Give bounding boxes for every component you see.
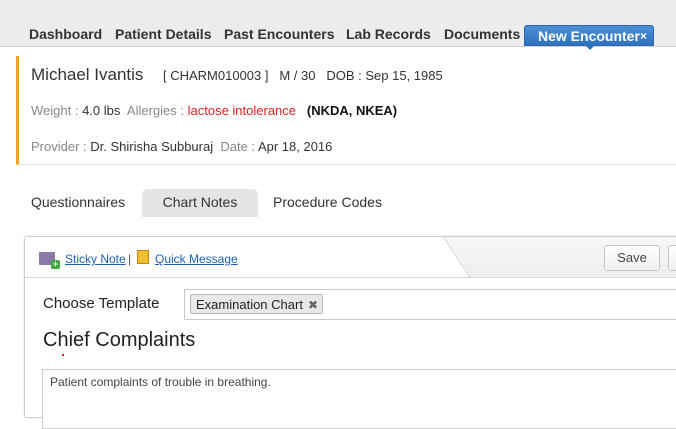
weight-value: 4.0 lbs [82, 103, 121, 118]
tab-documents[interactable]: Documents [444, 26, 520, 42]
tab-new-encounter-label: New Encounter [538, 28, 640, 44]
remove-chip-icon[interactable]: ✖ [308, 298, 318, 312]
patient-header: Michael Ivantis [ CHARM010003 ] M / 30 D… [16, 56, 676, 165]
dob-label: DOB : [326, 68, 362, 83]
sticky-note-icon[interactable]: + [39, 252, 60, 269]
choose-template-label: Choose Template [43, 295, 160, 312]
provider-row: Provider : Dr. Shirisha Subburaj Date : … [31, 139, 332, 154]
allergies-value: lactose intolerance [187, 103, 297, 118]
sticky-note-link[interactable]: Sticky Note [65, 252, 126, 266]
patient-name: Michael Ivantis [31, 65, 144, 84]
required-marker [62, 354, 64, 356]
close-icon[interactable]: × [640, 29, 647, 43]
chart-notes-panel: + Sticky Note | Quick Message Save Choos… [24, 236, 676, 429]
weight-label: Weight : [31, 103, 79, 118]
provider-value: Dr. Shirisha Subburaj [90, 139, 214, 154]
panel-toolbar: + Sticky Note | Quick Message Save [25, 236, 676, 278]
tab-chart-notes[interactable]: Chart Notes [142, 189, 258, 217]
save-button[interactable]: Save [604, 245, 660, 271]
secondary-button[interactable] [668, 245, 676, 271]
quick-message-icon[interactable] [137, 250, 149, 264]
chief-complaints-input[interactable]: Patient complaints of trouble in breathi… [42, 369, 676, 429]
patient-id: [ CHARM010003 ] [163, 68, 269, 83]
date-label: Date : [220, 139, 256, 154]
patient-sex-age: M / 30 [279, 68, 316, 83]
quick-message-link[interactable]: Quick Message [155, 252, 238, 266]
tab-new-encounter[interactable]: New Encounter × [524, 25, 654, 46]
template-chip[interactable]: Examination Chart ✖ [190, 294, 324, 314]
tab-lab-records[interactable]: Lab Records [346, 26, 431, 42]
tab-questionnaires[interactable]: Questionnaires [31, 194, 125, 210]
toolbar-separator: | [128, 252, 132, 266]
chief-complaints-title: Chief Complaints [43, 329, 196, 351]
tab-procedure-codes[interactable]: Procedure Codes [273, 194, 382, 210]
allergy-flags: (NKDA, NKEA) [306, 103, 398, 118]
vitals-row: Weight : 4.0 lbs Allergies : lactose int… [31, 103, 397, 118]
tab-dashboard[interactable]: Dashboard [29, 26, 102, 42]
plus-icon: + [51, 259, 60, 269]
template-chip-label: Examination Chart [196, 297, 303, 312]
tab-patient-details[interactable]: Patient Details [115, 26, 211, 42]
active-tab-caret [585, 45, 595, 50]
tab-past-encounters[interactable]: Past Encounters [224, 26, 334, 42]
dob-value: Sep 15, 1985 [365, 68, 443, 83]
date-value: Apr 18, 2016 [257, 139, 333, 154]
top-tab-bar: Dashboard Patient Details Past Encounter… [0, 0, 676, 50]
patient-meta: [ CHARM010003 ] M / 30 DOB : Sep 15, 198… [163, 68, 443, 83]
provider-label: Provider : [31, 139, 87, 154]
template-select[interactable]: Examination Chart ✖ [184, 289, 676, 320]
allergies-label: Allergies : [126, 103, 184, 118]
